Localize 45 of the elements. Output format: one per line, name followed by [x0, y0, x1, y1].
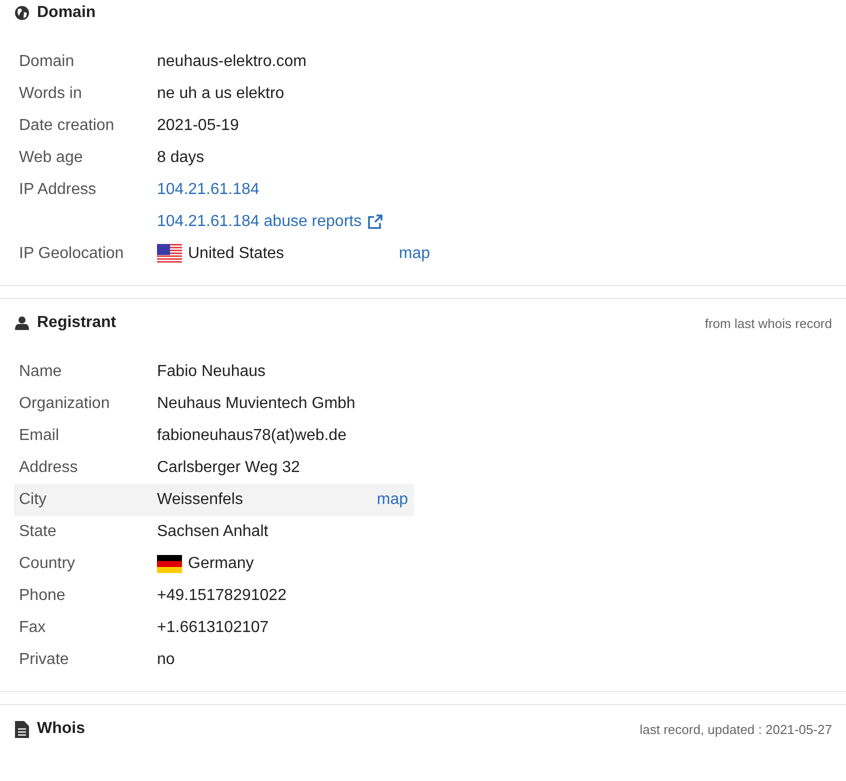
field-value: 2021-05-19: [157, 117, 239, 135]
field-value: +49.15178291022: [157, 587, 286, 605]
field-label: Organization: [18, 394, 111, 414]
field-label: Address: [18, 458, 79, 478]
field-value: Sachsen Anhalt: [157, 523, 268, 541]
section-title: Domain: [37, 4, 96, 22]
external-link-icon: [366, 214, 383, 230]
section-note: last record, updated : 2021-05-27: [640, 722, 832, 736]
field-label: Fax: [18, 618, 47, 638]
field-value: neuhaus-elektro.com: [157, 53, 306, 71]
field-label: Phone: [18, 586, 66, 606]
field-label: Domain: [18, 52, 76, 72]
field-value: Weissenfels: [157, 491, 243, 509]
field-value: Neuhaus Muvientech Gmbh: [157, 395, 356, 413]
field-label: Name: [18, 362, 63, 382]
ip-link[interactable]: 104.21.61.184: [157, 181, 260, 199]
map-link[interactable]: map: [398, 245, 430, 263]
flag-icon: [157, 555, 182, 573]
field-label: Web age: [18, 148, 84, 168]
field-value: +1.6613102107: [157, 619, 269, 637]
field-label: City: [14, 484, 157, 516]
user-icon: [15, 316, 29, 330]
field-label: Date creation: [18, 116, 116, 136]
field-value: Germany: [188, 555, 254, 573]
field-label: IP Geolocation: [18, 244, 125, 264]
field-value: no: [157, 651, 175, 669]
abuse-reports-link[interactable]: 104.21.61.184 abuse reports: [157, 213, 362, 231]
field-value: Carlsberger Weg 32: [157, 459, 300, 477]
field-value: ne uh a us elektro: [157, 85, 284, 103]
field-label: Country: [18, 554, 76, 574]
section-title: Whois: [37, 720, 85, 738]
field-label: Email: [18, 426, 60, 446]
field-label: IP Address: [18, 180, 98, 200]
section-title: Registrant: [37, 314, 116, 332]
field-value: United States: [188, 245, 284, 263]
field-value: 8 days: [157, 149, 204, 167]
flag-icon: [157, 244, 182, 264]
field-label: Private: [18, 650, 70, 670]
field-value: Fabio Neuhaus: [157, 363, 266, 381]
field-label: State: [18, 522, 58, 542]
field-value: fabioneuhaus78(at)web.de: [157, 427, 346, 445]
field-label: Words in: [18, 84, 83, 104]
document-icon: [15, 720, 29, 738]
section-note: from last whois record: [704, 316, 832, 330]
globe-icon: [15, 6, 29, 20]
